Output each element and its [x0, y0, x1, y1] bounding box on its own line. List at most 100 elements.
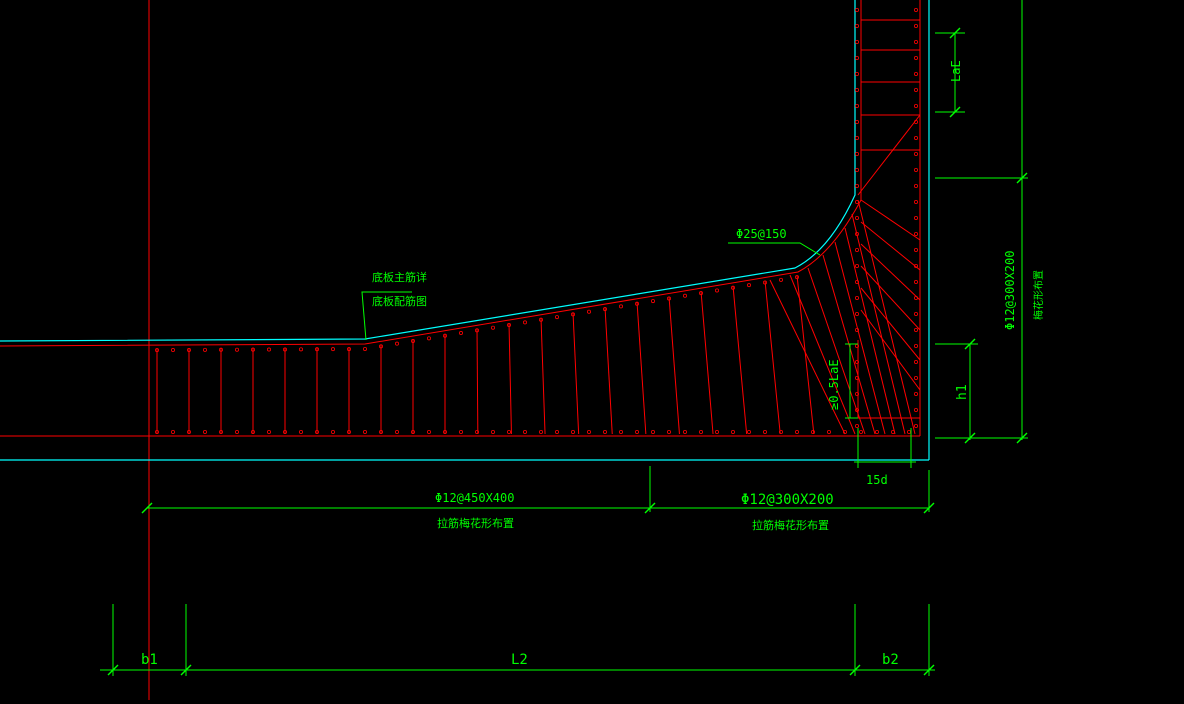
- rebar-dot: [855, 311, 860, 316]
- tie-bar: [604, 307, 613, 435]
- tie-left-note-label: 拉筋梅花形布置: [437, 516, 514, 530]
- rebar-dot: [914, 375, 919, 380]
- rebar-dot: [914, 135, 919, 140]
- rebar-dot: [914, 423, 919, 428]
- rebar-dot: [362, 429, 367, 434]
- rebar-dot: [914, 231, 919, 236]
- rebar-dot: [914, 407, 919, 412]
- rebar-dot: [914, 72, 919, 77]
- tie-bar: [540, 317, 546, 435]
- rebar-dot: [914, 327, 919, 332]
- rebar-dot: [855, 135, 860, 140]
- rebar-dot: [266, 429, 271, 434]
- rebar-dot: [747, 283, 752, 288]
- dim-b1-label: b1: [141, 652, 158, 668]
- rebar-dot: [914, 40, 919, 45]
- rebar-dot: [914, 343, 919, 348]
- fan-bar: [789, 274, 856, 435]
- rebar-dot: [855, 295, 860, 300]
- rebar-dot: [855, 104, 860, 109]
- rebar-dot: [907, 429, 912, 434]
- fan-bar: [860, 221, 921, 271]
- rebar-dot: [914, 56, 919, 61]
- rebar-dot: [763, 429, 768, 434]
- slab-vertical-ties: [156, 275, 815, 435]
- tie-bar: [476, 328, 479, 435]
- rebar-dot: [202, 347, 207, 352]
- rebar-dot: [266, 347, 271, 352]
- rebar-dot: [855, 423, 860, 428]
- tie-right-note-label: 拉筋梅花形布置: [752, 518, 829, 532]
- wall-tie-note-label: 梅花形布置: [1032, 270, 1045, 320]
- rebar-dot: [855, 263, 860, 268]
- rebar-dot: [855, 120, 860, 125]
- rebar-dot: [855, 23, 860, 28]
- rebar-dot: [855, 88, 860, 93]
- rebar-dot: [555, 315, 560, 320]
- fan-bar: [834, 241, 886, 435]
- rebar-dot: [859, 429, 864, 434]
- rebar-dot: [699, 429, 704, 434]
- rebar-dot: [523, 320, 528, 325]
- tie-bar: [732, 285, 748, 435]
- hook-15d-label: 15d: [866, 473, 888, 487]
- wall-tie-spec-label: Φ12@300X200: [1003, 251, 1017, 330]
- rebar-dot: [779, 277, 784, 282]
- half-anchor-label: ≥0.5LaE: [827, 359, 841, 410]
- rebar-dot: [914, 183, 919, 188]
- rebar-dot: [523, 429, 528, 434]
- rebar-dot: [555, 429, 560, 434]
- rebar-dot: [330, 347, 335, 352]
- rebar-dot: [715, 288, 720, 293]
- fan-bar: [860, 199, 921, 241]
- rebar-dot: [603, 429, 608, 434]
- rebar-dot: [426, 429, 431, 434]
- rebar-dot: [914, 88, 919, 93]
- fan-bar: [860, 309, 921, 391]
- rebar-dot: [202, 429, 207, 434]
- rebar-dot: [587, 309, 592, 314]
- rebar-dot: [715, 429, 720, 434]
- haunch-bar-label: Φ25@150: [736, 227, 787, 241]
- rebar-dot: [490, 429, 495, 434]
- rebar-dot: [914, 311, 919, 316]
- tie-bar: [700, 291, 714, 435]
- rebar-dot: [298, 347, 303, 352]
- cad-drawing-canvas: 底板主筋详 底板配筋图 Φ25@150 LaE ≥0.5LaE h1 Φ12@3…: [0, 0, 1184, 700]
- tie-left-spec-label: Φ12@450X400: [435, 491, 514, 505]
- rebar-dot: [855, 56, 860, 61]
- rebar-dot: [855, 72, 860, 77]
- rebar-dot: [619, 304, 624, 309]
- h1-label: h1: [955, 384, 970, 400]
- rebar-dot: [747, 429, 752, 434]
- rebar-dot: [635, 429, 640, 434]
- rebar-dot: [170, 429, 175, 434]
- concrete-outline: [0, 0, 930, 461]
- dimension-ticks: [107, 27, 1028, 676]
- rebar-dot: [330, 429, 335, 434]
- fan-bar: [860, 243, 921, 301]
- rebar-dot: [458, 429, 463, 434]
- slab-main-rebar-label-2: 底板配筋图: [372, 294, 427, 308]
- corner-fan-bars: [769, 199, 921, 435]
- rebar-dot: [855, 215, 860, 220]
- slab-main-rebar-label-1: 底板主筋详: [372, 270, 427, 284]
- tie-bar: [572, 312, 580, 435]
- fan-bar: [844, 227, 896, 435]
- rebar-dot: [490, 325, 495, 330]
- rebar-dot: [855, 151, 860, 156]
- dim-L2-label: L2: [511, 652, 528, 668]
- rebar-dot: [855, 167, 860, 172]
- rebar-dot: [394, 341, 399, 346]
- fan-bar: [860, 265, 921, 331]
- rebar-dot: [234, 347, 239, 352]
- dim-b2-label: b2: [882, 652, 899, 668]
- rebar-dot: [795, 429, 800, 434]
- rebar-dot: [458, 331, 463, 336]
- rebar-dot: [914, 104, 919, 109]
- rebar-dot: [170, 348, 175, 353]
- rebar-dot: [914, 359, 919, 364]
- rebar-dot: [667, 429, 672, 434]
- rebar-dot: [683, 293, 688, 298]
- rebar-dot: [914, 23, 919, 28]
